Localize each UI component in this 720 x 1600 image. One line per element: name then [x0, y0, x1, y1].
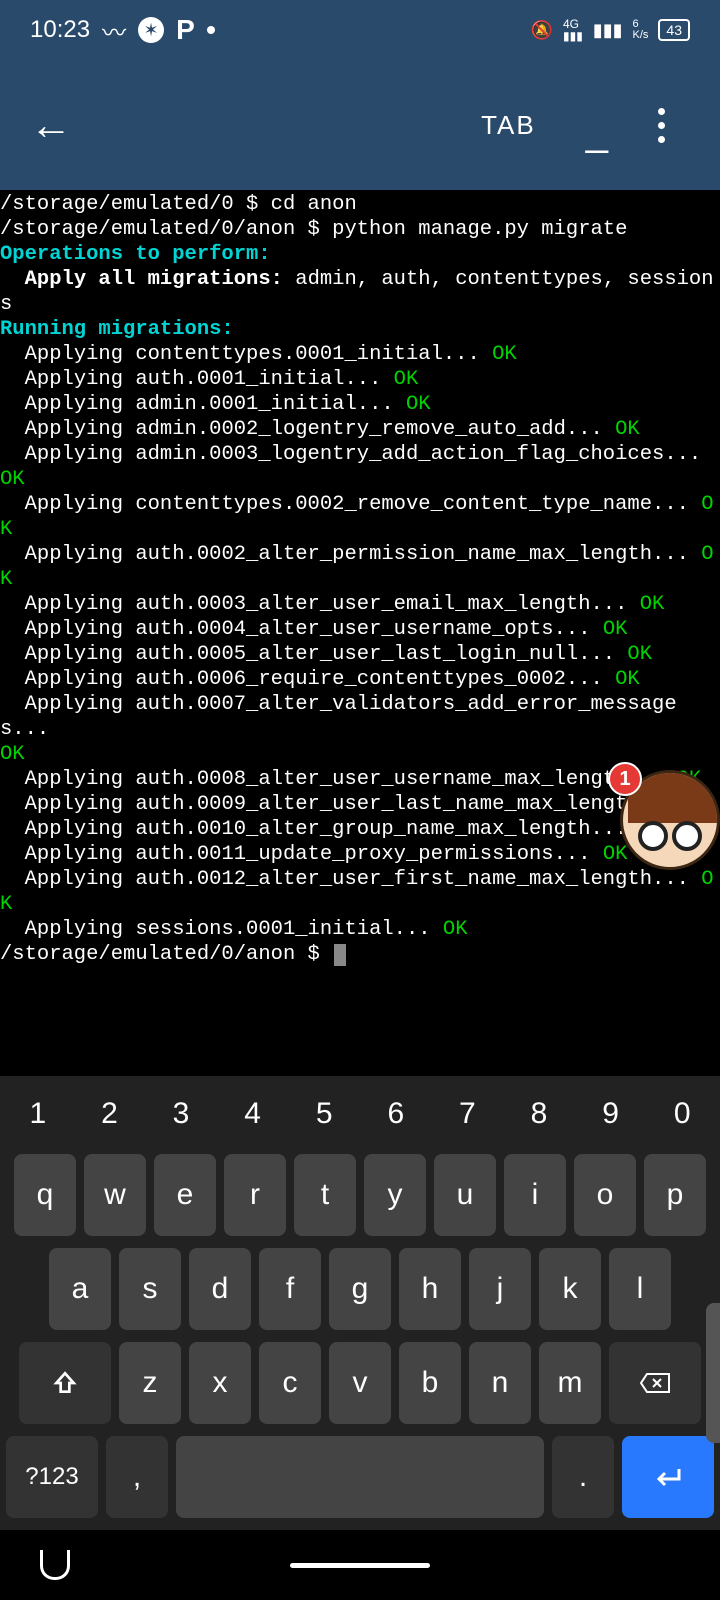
status-bar: 10:23 〰 ✶ P 🔕 4G▮▮▮ ▮▮▮ 6K/s 43: [0, 0, 720, 60]
key-3[interactable]: 3: [149, 1086, 213, 1142]
period-key[interactable]: .: [552, 1436, 614, 1518]
terminal-output[interactable]: /storage/emulated/0 $ cd anon /storage/e…: [0, 190, 720, 969]
app-bar: ← TAB _: [0, 60, 720, 190]
key-x[interactable]: x: [189, 1342, 251, 1424]
signal-4g: 4G▮▮▮: [563, 18, 583, 42]
navigation-bar: [0, 1530, 720, 1600]
space-key[interactable]: [176, 1436, 544, 1518]
key-8[interactable]: 8: [507, 1086, 571, 1142]
key-p[interactable]: p: [644, 1154, 706, 1236]
key-s[interactable]: s: [119, 1248, 181, 1330]
key-b[interactable]: b: [399, 1342, 461, 1424]
key-0[interactable]: 0: [650, 1086, 714, 1142]
key-l[interactable]: l: [609, 1248, 671, 1330]
signal-bars-icon: ▮▮▮: [593, 20, 623, 41]
mute-icon: 🔕: [531, 20, 553, 41]
kb-row-2: asdfghjkl: [6, 1248, 714, 1330]
more-menu-icon[interactable]: [658, 108, 665, 143]
status-right: 🔕 4G▮▮▮ ▮▮▮ 6K/s 43: [531, 18, 690, 42]
symbols-key[interactable]: ?123: [6, 1436, 98, 1518]
home-gesture-bar[interactable]: [290, 1563, 430, 1568]
key-d[interactable]: d: [189, 1248, 251, 1330]
shift-key[interactable]: [19, 1342, 111, 1424]
key-y[interactable]: y: [364, 1154, 426, 1236]
soft-keyboard: 1234567890 qwertyuiop asdfghjkl zxcvbnm …: [0, 1076, 720, 1530]
key-e[interactable]: e: [154, 1154, 216, 1236]
dot-icon: [207, 26, 215, 34]
key-m[interactable]: m: [539, 1342, 601, 1424]
key-4[interactable]: 4: [221, 1086, 285, 1142]
key-z[interactable]: z: [119, 1342, 181, 1424]
kb-row-4: ?123 , .: [6, 1436, 714, 1518]
key-7[interactable]: 7: [436, 1086, 500, 1142]
key-j[interactable]: j: [469, 1248, 531, 1330]
status-left: 10:23 〰 ✶ P: [30, 13, 215, 48]
backspace-key[interactable]: [609, 1342, 701, 1424]
enter-key[interactable]: [622, 1436, 714, 1518]
minimize-button[interactable]: _: [586, 110, 608, 155]
key-n[interactable]: n: [469, 1342, 531, 1424]
key-h[interactable]: h: [399, 1248, 461, 1330]
recent-apps-icon[interactable]: [40, 1550, 70, 1580]
key-i[interactable]: i: [504, 1154, 566, 1236]
key-o[interactable]: o: [574, 1154, 636, 1236]
kb-row-1: qwertyuiop: [6, 1154, 714, 1236]
notification-badge: 1: [608, 762, 642, 796]
back-arrow-icon[interactable]: ←: [30, 101, 72, 149]
comma-key[interactable]: ,: [106, 1436, 168, 1518]
key-c[interactable]: c: [259, 1342, 321, 1424]
key-v[interactable]: v: [329, 1342, 391, 1424]
battery-indicator: 43: [658, 19, 690, 41]
key-k[interactable]: k: [539, 1248, 601, 1330]
status-time: 10:23: [30, 16, 90, 44]
waveform-icon: 〰: [102, 13, 126, 48]
p-icon: P: [176, 14, 195, 46]
key-5[interactable]: 5: [292, 1086, 356, 1142]
key-t[interactable]: t: [294, 1154, 356, 1236]
key-9[interactable]: 9: [579, 1086, 643, 1142]
key-q[interactable]: q: [14, 1154, 76, 1236]
key-1[interactable]: 1: [6, 1086, 70, 1142]
key-u[interactable]: u: [434, 1154, 496, 1236]
keyboard-handle[interactable]: [706, 1303, 720, 1443]
messenger-icon: ✶: [138, 17, 164, 43]
tab-button[interactable]: TAB: [481, 110, 536, 141]
chat-head-bubble[interactable]: 1: [620, 770, 720, 870]
kb-row-3: zxcvbnm: [6, 1342, 714, 1424]
key-w[interactable]: w: [84, 1154, 146, 1236]
kb-row-numbers: 1234567890: [6, 1086, 714, 1142]
net-speed: 6K/s: [633, 19, 649, 41]
key-f[interactable]: f: [259, 1248, 321, 1330]
key-g[interactable]: g: [329, 1248, 391, 1330]
key-6[interactable]: 6: [364, 1086, 428, 1142]
key-a[interactable]: a: [49, 1248, 111, 1330]
key-r[interactable]: r: [224, 1154, 286, 1236]
key-2[interactable]: 2: [78, 1086, 142, 1142]
